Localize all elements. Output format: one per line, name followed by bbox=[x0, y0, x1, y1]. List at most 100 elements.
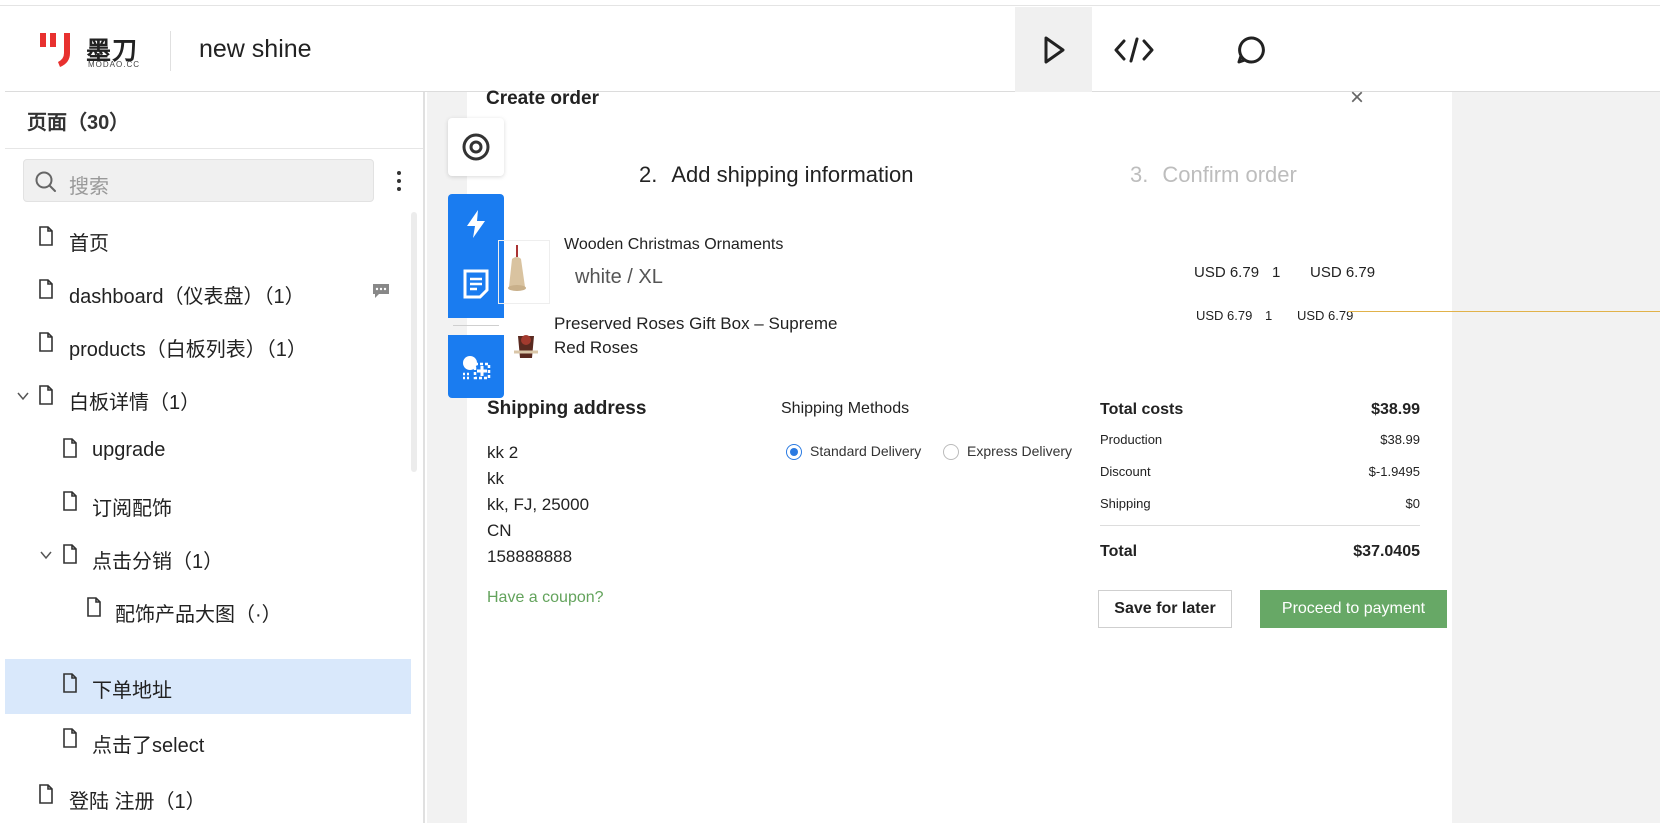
palette-divider bbox=[453, 325, 499, 326]
component-button[interactable] bbox=[448, 337, 504, 397]
page-item-label: 首页 bbox=[69, 233, 109, 255]
have-coupon-link[interactable]: Have a coupon? bbox=[487, 589, 604, 607]
logo-english-text: MODAO.CC bbox=[88, 60, 140, 69]
page-item-order-address[interactable]: 下单地址 bbox=[5, 659, 411, 714]
step-3-number: 3. bbox=[1130, 162, 1149, 187]
shipping-cost-label: Shipping bbox=[1100, 496, 1151, 511]
page-item-label: 点击分销（1） bbox=[92, 551, 224, 573]
page-icon bbox=[39, 385, 53, 405]
search-input[interactable]: 搜索 bbox=[23, 159, 374, 202]
address-line: kk 2 bbox=[487, 443, 519, 462]
chevron-down-icon[interactable] bbox=[40, 550, 52, 560]
page-icon bbox=[39, 784, 53, 804]
shipping-address-title: Shipping address bbox=[487, 398, 647, 419]
address-line: 158888888 bbox=[487, 547, 573, 566]
page-item-accessory-large-image[interactable]: 配饰产品大图（·） bbox=[5, 583, 411, 638]
address-line: kk bbox=[487, 469, 504, 488]
page-item-login-register[interactable]: 登陆 注册（1） bbox=[5, 770, 411, 825]
discount-value: $-1.9495 bbox=[1368, 464, 1420, 479]
page-item-label: products（白板列表）（1） bbox=[69, 339, 307, 361]
page-item-products[interactable]: products（白板列表）（1） bbox=[5, 318, 411, 373]
express-delivery-label[interactable]: Express Delivery bbox=[967, 443, 1072, 459]
product-name: Preserved Roses Gift Box – Supreme Red R… bbox=[554, 314, 838, 357]
address-line: CN bbox=[487, 521, 512, 540]
step-2-number: 2. bbox=[639, 162, 658, 187]
component-tool-button[interactable] bbox=[448, 335, 504, 398]
comment-icon bbox=[1237, 35, 1265, 63]
comment-button[interactable] bbox=[1212, 7, 1289, 92]
page-item-label: 点击了select bbox=[92, 735, 205, 757]
page-item-label: 配饰产品大图（·） bbox=[115, 604, 282, 626]
page-item-label: dashboard（仪表盘）（1） bbox=[69, 286, 305, 308]
page-item-subscription-accessories[interactable]: 订阅配饰 bbox=[5, 477, 411, 532]
page-item-upgrade[interactable]: upgrade bbox=[5, 424, 411, 479]
lightning-icon bbox=[467, 210, 485, 238]
page-item-label: 登陆 注册（1） bbox=[69, 791, 206, 813]
chevron-down-icon[interactable] bbox=[17, 391, 29, 401]
window-top-strip bbox=[0, 0, 1660, 6]
more-options-icon[interactable] bbox=[388, 166, 410, 196]
page-icon bbox=[63, 491, 77, 511]
product-line-total: USD 6.79 bbox=[1297, 308, 1354, 323]
step-3-label: 3. Confirm order bbox=[1130, 162, 1297, 188]
step-2-label: 2. Add shipping information bbox=[639, 162, 914, 188]
page-item-dashboard[interactable]: dashboard（仪表盘）（1） bbox=[5, 265, 411, 320]
production-value: $38.99 bbox=[1380, 432, 1420, 447]
step-2-text: Add shipping information bbox=[671, 162, 914, 187]
top-header: 墨刀 MODAO.CC new shine bbox=[5, 7, 1660, 92]
page-icon bbox=[63, 438, 77, 458]
roses-product-image bbox=[508, 330, 544, 364]
comment-badge-icon[interactable] bbox=[372, 283, 390, 299]
total-costs-value: $38.99 bbox=[1371, 401, 1420, 418]
product-quantity: 1 bbox=[1265, 308, 1273, 323]
total-label: Total bbox=[1100, 543, 1138, 560]
interaction-button[interactable] bbox=[448, 194, 504, 254]
page-item-home[interactable]: 首页 bbox=[5, 212, 411, 267]
save-for-later-button[interactable]: Save for later bbox=[1098, 590, 1232, 628]
standard-delivery-label[interactable]: Standard Delivery bbox=[810, 443, 921, 459]
interaction-tool-group bbox=[448, 194, 504, 318]
page-item-label: 订阅配饰 bbox=[92, 498, 172, 520]
shipping-cost-value: $0 bbox=[1405, 496, 1420, 511]
code-button[interactable] bbox=[1095, 7, 1172, 92]
pages-sidebar: 页面（30） 搜索 首页 dashboard（仪表盘）（1） products（… bbox=[5, 92, 425, 823]
search-icon bbox=[35, 171, 56, 192]
sidebar-divider bbox=[5, 148, 423, 149]
page-item-label: 下单地址 bbox=[92, 680, 172, 702]
shipping-methods-title: Shipping Methods bbox=[781, 400, 910, 417]
standard-delivery-radio[interactable] bbox=[786, 444, 802, 460]
total-costs-label: Total costs bbox=[1100, 401, 1184, 418]
express-delivery-radio[interactable] bbox=[943, 444, 959, 460]
notes-button[interactable] bbox=[448, 254, 504, 314]
page-item-label: upgrade bbox=[92, 439, 166, 461]
modao-logo[interactable]: 墨刀 MODAO.CC bbox=[40, 29, 144, 71]
page-icon bbox=[63, 673, 77, 693]
modao-logo-mark bbox=[40, 33, 70, 67]
target-tool-button[interactable] bbox=[448, 118, 504, 176]
proceed-to-payment-button[interactable]: Proceed to payment bbox=[1260, 590, 1447, 628]
link-connector-line bbox=[1348, 311, 1660, 312]
product-unit-price: USD 6.79 bbox=[1194, 264, 1260, 281]
code-icon bbox=[1114, 37, 1153, 62]
preview-button[interactable] bbox=[1015, 7, 1092, 92]
page-icon bbox=[63, 544, 77, 564]
page-item-click-distribution[interactable]: 点击分销（1） bbox=[5, 530, 411, 585]
page-icon bbox=[63, 728, 77, 748]
search-placeholder: 搜索 bbox=[69, 176, 109, 198]
artboard[interactable] bbox=[467, 92, 1452, 823]
play-icon bbox=[1044, 36, 1064, 63]
sidebar-scrollbar[interactable] bbox=[411, 212, 417, 472]
close-icon[interactable]: × bbox=[1350, 84, 1364, 112]
component-icon bbox=[463, 356, 491, 380]
product-variant: white / XL bbox=[575, 266, 663, 288]
costs-divider bbox=[1100, 525, 1420, 526]
note-icon bbox=[463, 269, 489, 299]
pages-title: 页面（30） bbox=[27, 112, 130, 134]
page-icon bbox=[87, 597, 101, 617]
page-icon bbox=[39, 226, 53, 246]
page-item-whiteboard-detail[interactable]: 白板详情（1） bbox=[5, 371, 411, 426]
product-quantity: 1 bbox=[1272, 264, 1281, 281]
page-item-clicked-select[interactable]: 点击了select bbox=[5, 714, 411, 769]
page-item-label: 白板详情（1） bbox=[69, 392, 201, 414]
order-title: Create order bbox=[486, 88, 599, 109]
